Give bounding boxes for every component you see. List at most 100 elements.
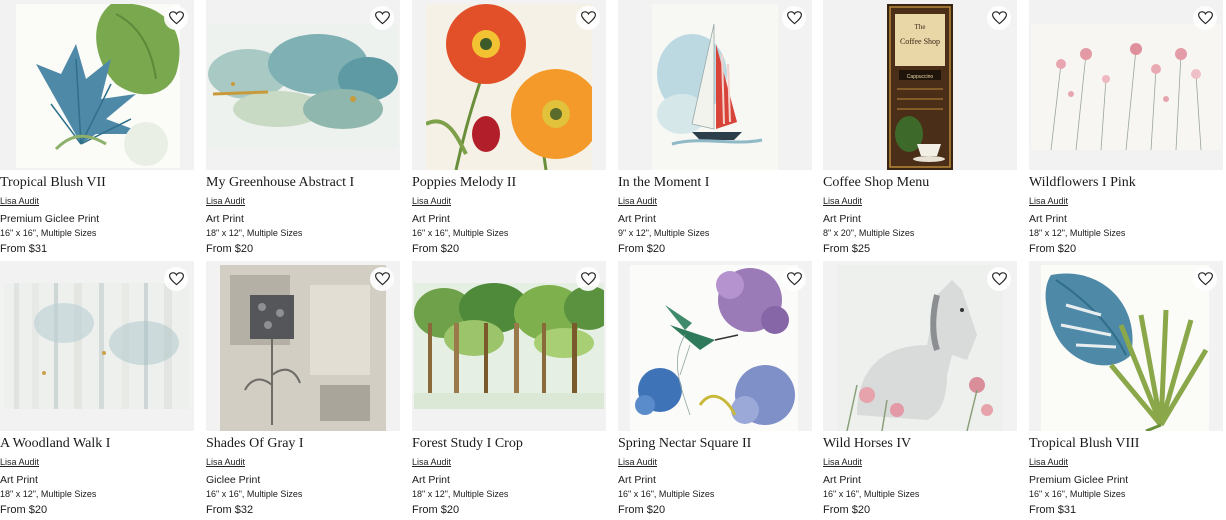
product-card[interactable]: In the Moment I Lisa Audit Art Print 9" …	[618, 0, 812, 256]
artist-link[interactable]: Lisa Audit	[0, 195, 39, 207]
artist-link[interactable]: Lisa Audit	[206, 195, 245, 207]
price: From $32	[206, 504, 254, 516]
artist-link[interactable]: Lisa Audit	[412, 456, 451, 468]
print-size: 18" x 12", Multiple Sizes	[1029, 228, 1126, 238]
product-card[interactable]: Shades Of Gray I Lisa Audit Giclee Print…	[206, 261, 400, 517]
print-type: Art Print	[412, 213, 450, 225]
favorite-heart-icon[interactable]	[987, 267, 1011, 291]
product-card[interactable]: My Greenhouse Abstract I Lisa Audit Art …	[206, 0, 400, 256]
artist-link[interactable]: Lisa Audit	[1029, 195, 1068, 207]
print-size: 18" x 12", Multiple Sizes	[0, 489, 97, 499]
artist-link[interactable]: Lisa Audit	[618, 456, 657, 468]
product-image[interactable]	[823, 261, 1017, 431]
product-card[interactable]: Wildflowers I Pink Lisa Audit Art Print …	[1029, 0, 1223, 256]
product-title[interactable]: Spring Nectar Square II	[618, 436, 812, 452]
product-card[interactable]: The Coffee Shop Cappuccino Coffee Shop M…	[823, 0, 1017, 256]
product-image[interactable]	[1029, 0, 1223, 170]
artist-link[interactable]: Lisa Audit	[823, 195, 862, 207]
price: From $20	[412, 504, 460, 516]
favorite-heart-icon[interactable]	[576, 6, 600, 30]
product-title[interactable]: Forest Study I Crop	[412, 436, 606, 452]
product-image[interactable]	[0, 0, 194, 170]
product-image[interactable]	[0, 261, 194, 431]
favorite-heart-icon[interactable]	[164, 6, 188, 30]
product-image[interactable]	[206, 261, 400, 431]
artist-link[interactable]: Lisa Audit	[823, 456, 862, 468]
price: From $20	[618, 243, 666, 255]
print-type: Art Print	[1029, 213, 1067, 225]
print-type: Art Print	[618, 213, 656, 225]
product-image[interactable]	[1029, 261, 1223, 431]
product-card[interactable]: Tropical Blush VII Lisa Audit Premium Gi…	[0, 0, 194, 256]
product-title[interactable]: Shades Of Gray I	[206, 436, 400, 452]
product-title[interactable]: Coffee Shop Menu	[823, 175, 1017, 191]
product-image[interactable]	[412, 0, 606, 170]
favorite-heart-icon[interactable]	[370, 267, 394, 291]
product-image[interactable]	[412, 261, 606, 431]
price: From $31	[0, 243, 48, 255]
product-image[interactable]	[206, 0, 400, 170]
print-type: Art Print	[823, 213, 861, 225]
product-title[interactable]: Poppies Melody II	[412, 175, 606, 191]
product-image[interactable]	[618, 0, 812, 170]
product-card[interactable]: A Woodland Walk I Lisa Audit Art Print 1…	[0, 261, 194, 517]
print-size: 16" x 16", Multiple Sizes	[618, 489, 715, 499]
product-card[interactable]: Forest Study I Crop Lisa Audit Art Print…	[412, 261, 606, 517]
favorite-heart-icon[interactable]	[1193, 267, 1217, 291]
print-type: Art Print	[0, 474, 38, 486]
favorite-heart-icon[interactable]	[1193, 6, 1217, 30]
print-size: 18" x 12", Multiple Sizes	[412, 489, 509, 499]
product-title[interactable]: Wild Horses IV	[823, 436, 1017, 452]
price: From $20	[1029, 243, 1077, 255]
print-type: Giclee Print	[206, 474, 261, 486]
print-type: Art Print	[823, 474, 861, 486]
product-title[interactable]: Wildflowers I Pink	[1029, 175, 1223, 191]
favorite-heart-icon[interactable]	[576, 267, 600, 291]
artist-link[interactable]: Lisa Audit	[206, 456, 245, 468]
print-type: Art Print	[412, 474, 450, 486]
artist-link[interactable]: Lisa Audit	[412, 195, 451, 207]
product-title[interactable]: In the Moment I	[618, 175, 812, 191]
price: From $20	[206, 243, 254, 255]
product-card[interactable]: Wild Horses IV Lisa Audit Art Print 16" …	[823, 261, 1017, 517]
favorite-heart-icon[interactable]	[164, 267, 188, 291]
favorite-heart-icon[interactable]	[782, 267, 806, 291]
favorite-heart-icon[interactable]	[987, 6, 1011, 30]
price: From $20	[823, 504, 871, 516]
coffee-art-line1: The	[915, 23, 926, 31]
product-card[interactable]: Spring Nectar Square II Lisa Audit Art P…	[618, 261, 812, 517]
price: From $20	[412, 243, 460, 255]
product-image[interactable]: The Coffee Shop Cappuccino	[823, 0, 1017, 170]
product-title[interactable]: A Woodland Walk I	[0, 436, 194, 452]
favorite-heart-icon[interactable]	[782, 6, 806, 30]
coffee-art-line2: Coffee Shop	[900, 37, 940, 46]
print-size: 16" x 16", Multiple Sizes	[412, 228, 509, 238]
print-type: Premium Giclee Print	[1029, 474, 1129, 486]
product-title[interactable]: Tropical Blush VII	[0, 175, 194, 191]
artist-link[interactable]: Lisa Audit	[618, 195, 657, 207]
print-type: Art Print	[618, 474, 656, 486]
price: From $25	[823, 243, 871, 255]
favorite-heart-icon[interactable]	[370, 6, 394, 30]
product-title[interactable]: Tropical Blush VIII	[1029, 436, 1223, 452]
price: From $31	[1029, 504, 1077, 516]
print-size: 9" x 12", Multiple Sizes	[618, 228, 710, 238]
artist-link[interactable]: Lisa Audit	[0, 456, 39, 468]
product-card[interactable]: Tropical Blush VIII Lisa Audit Premium G…	[1029, 261, 1223, 517]
coffee-art-line3: Cappuccino	[907, 74, 934, 80]
product-grid: Tropical Blush VII Lisa Audit Premium Gi…	[0, 0, 1226, 520]
print-type: Premium Giclee Print	[0, 213, 100, 225]
product-card[interactable]: Poppies Melody II Lisa Audit Art Print 1…	[412, 0, 606, 256]
product-image[interactable]	[618, 261, 812, 431]
print-size: 16" x 16", Multiple Sizes	[1029, 489, 1126, 499]
print-size: 18" x 12", Multiple Sizes	[206, 228, 303, 238]
price: From $20	[618, 504, 666, 516]
print-size: 16" x 16", Multiple Sizes	[823, 489, 920, 499]
print-size: 16" x 16", Multiple Sizes	[206, 489, 303, 499]
print-size: 16" x 16", Multiple Sizes	[0, 228, 97, 238]
print-size: 8" x 20", Multiple Sizes	[823, 228, 915, 238]
product-title[interactable]: My Greenhouse Abstract I	[206, 175, 400, 191]
print-type: Art Print	[206, 213, 244, 225]
artist-link[interactable]: Lisa Audit	[1029, 456, 1068, 468]
price: From $20	[0, 504, 48, 516]
